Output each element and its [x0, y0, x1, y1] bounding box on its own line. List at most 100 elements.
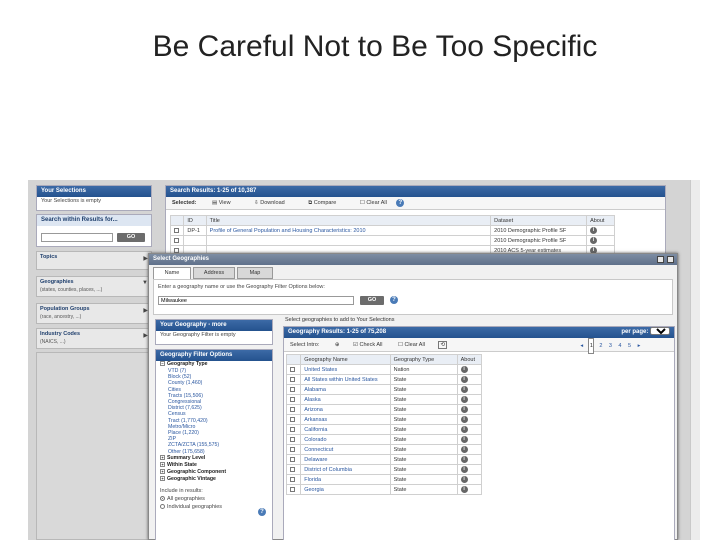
info-icon[interactable]: i — [460, 476, 468, 483]
row-checkbox[interactable] — [290, 466, 295, 472]
tab-address[interactable]: Address — [193, 267, 235, 279]
geo-name[interactable]: Florida — [300, 474, 391, 485]
table-row[interactable]: Georgia State i — [285, 484, 483, 495]
table-row[interactable]: DP-1 Profile of General Population and H… — [169, 225, 615, 236]
page-2[interactable]: 2 — [598, 339, 604, 353]
compare-button[interactable]: ⧉ Compare — [308, 200, 336, 206]
search-within-input[interactable] — [41, 233, 113, 242]
topics-accordion[interactable]: Topics ▶ — [36, 251, 152, 270]
add-button[interactable]: ⊕ — [335, 342, 340, 348]
tab-map[interactable]: Map — [237, 267, 273, 279]
geographic-component-expander[interactable]: + Geographic Component — [156, 469, 272, 476]
row-checkbox[interactable] — [290, 446, 295, 452]
row-checkbox[interactable] — [290, 426, 295, 432]
geo-name[interactable]: United States — [300, 364, 391, 375]
geo-name[interactable]: Georgia — [300, 484, 391, 495]
help-icon[interactable]: ? — [390, 296, 398, 304]
radio-icon[interactable] — [160, 503, 165, 509]
table-row[interactable]: Arkansas State i — [285, 414, 483, 425]
row-checkbox[interactable] — [290, 366, 295, 372]
dataset-column-header[interactable]: Dataset — [490, 215, 588, 226]
info-icon[interactable]: i — [460, 456, 468, 463]
all-geographies-option[interactable]: All geographies — [156, 495, 272, 503]
info-icon[interactable]: i — [460, 446, 468, 453]
geo-name[interactable]: Alabama — [300, 384, 391, 395]
geo-name[interactable]: Delaware — [300, 454, 391, 465]
info-icon[interactable]: i — [460, 426, 468, 433]
summary-level-expander[interactable]: + Summary Level — [156, 455, 272, 462]
search-within-go-button[interactable]: GO — [117, 233, 145, 242]
info-icon[interactable]: i — [460, 416, 468, 423]
download-button[interactable]: ⇩ Download — [254, 200, 285, 206]
info-icon[interactable]: i — [460, 386, 468, 393]
info-icon[interactable]: i — [590, 227, 598, 234]
row-checkbox[interactable] — [290, 476, 295, 482]
geo-name[interactable]: Arkansas — [300, 414, 391, 425]
info-icon[interactable]: i — [460, 486, 468, 493]
refresh-icon[interactable]: ⟲ — [438, 341, 448, 349]
clear-all-button[interactable]: ☐ Clear All — [360, 200, 387, 206]
table-row[interactable]: Alabama State i — [285, 384, 483, 395]
geo-name[interactable]: California — [300, 424, 391, 435]
row-checkbox[interactable] — [174, 237, 179, 243]
table-row[interactable]: United States Nation i — [285, 364, 483, 375]
check-all-button[interactable]: ☑ Check All — [353, 342, 382, 348]
page-3[interactable]: 3 — [607, 339, 613, 353]
row-checkbox[interactable] — [290, 406, 295, 412]
row-checkbox[interactable] — [290, 416, 295, 422]
geo-name[interactable]: District of Columbia — [300, 464, 391, 475]
geo-name[interactable]: Alaska — [300, 394, 391, 405]
view-button[interactable]: ▤ View — [212, 200, 231, 206]
table-row[interactable]: Florida State i — [285, 474, 483, 485]
table-row[interactable]: California State i — [285, 424, 483, 435]
within-state-expander[interactable]: + Within State — [156, 462, 272, 469]
table-row[interactable]: Alaska State i — [285, 394, 483, 405]
row-checkbox[interactable] — [290, 436, 295, 442]
info-icon[interactable]: i — [460, 466, 468, 473]
page-prev-icon[interactable]: ◂ — [579, 339, 585, 353]
info-icon[interactable]: i — [590, 237, 598, 244]
geography-go-button[interactable]: GO — [360, 296, 384, 305]
help-icon[interactable]: ? — [258, 508, 266, 516]
id-column-header[interactable]: ID — [183, 215, 207, 226]
geography-type-column-header[interactable]: Geography Type — [389, 354, 458, 365]
row-checkbox[interactable] — [290, 376, 295, 382]
geography-name-column-header[interactable]: Geography Name — [300, 354, 391, 365]
table-row[interactable]: Delaware State i — [285, 454, 483, 465]
page-4[interactable]: 4 — [617, 339, 623, 353]
minimize-icon[interactable] — [657, 256, 664, 263]
info-icon[interactable]: i — [460, 366, 468, 373]
per-page-select[interactable]: 25 — [650, 327, 670, 335]
population-groups-accordion[interactable]: Population Groups (race, ancestry, ...) … — [36, 303, 152, 324]
row-checkbox[interactable] — [290, 486, 295, 492]
row-checkbox[interactable] — [174, 227, 179, 233]
geography-type-expander[interactable]: − Geography Type — [156, 361, 272, 368]
row-checkbox[interactable] — [174, 247, 179, 253]
row-title[interactable]: Profile of General Population and Housin… — [205, 225, 492, 236]
row-checkbox[interactable] — [290, 386, 295, 392]
table-row[interactable]: Colorado State i — [285, 434, 483, 445]
help-icon[interactable]: ? — [396, 199, 405, 207]
geographic-vintage-expander[interactable]: + Geographic Vintage — [156, 476, 272, 483]
clear-all-geo-button[interactable]: ☐ Clear All — [398, 342, 425, 348]
row-checkbox[interactable] — [290, 456, 295, 462]
geo-name[interactable]: All States within United States — [300, 374, 391, 385]
table-row[interactable]: District of Columbia State i — [285, 464, 483, 475]
geographies-accordion[interactable]: Geographies (states, counties, places, .… — [36, 276, 152, 297]
title-column-header[interactable]: Title — [205, 215, 492, 226]
row-checkbox[interactable] — [290, 396, 295, 402]
industry-codes-accordion[interactable]: Industry Codes (NAICS, ...) ▶ — [36, 328, 152, 349]
page-next-icon[interactable]: ▸ — [636, 339, 642, 353]
close-icon[interactable] — [667, 256, 674, 263]
table-row[interactable]: Connecticut State i — [285, 444, 483, 455]
radio-selected-icon[interactable] — [160, 495, 165, 501]
geo-name[interactable]: Colorado — [300, 434, 391, 445]
table-row[interactable]: Arizona State i — [285, 404, 483, 415]
info-icon[interactable]: i — [460, 436, 468, 443]
geo-name[interactable]: Arizona — [300, 404, 391, 415]
geography-search-input[interactable] — [158, 296, 354, 305]
page-scrollbar[interactable] — [690, 180, 700, 540]
individual-geographies-option[interactable]: Individual geographies — [156, 503, 272, 511]
tab-name[interactable]: Name — [153, 267, 191, 279]
table-row[interactable]: 2010 Demographic Profile SF i — [169, 235, 615, 246]
